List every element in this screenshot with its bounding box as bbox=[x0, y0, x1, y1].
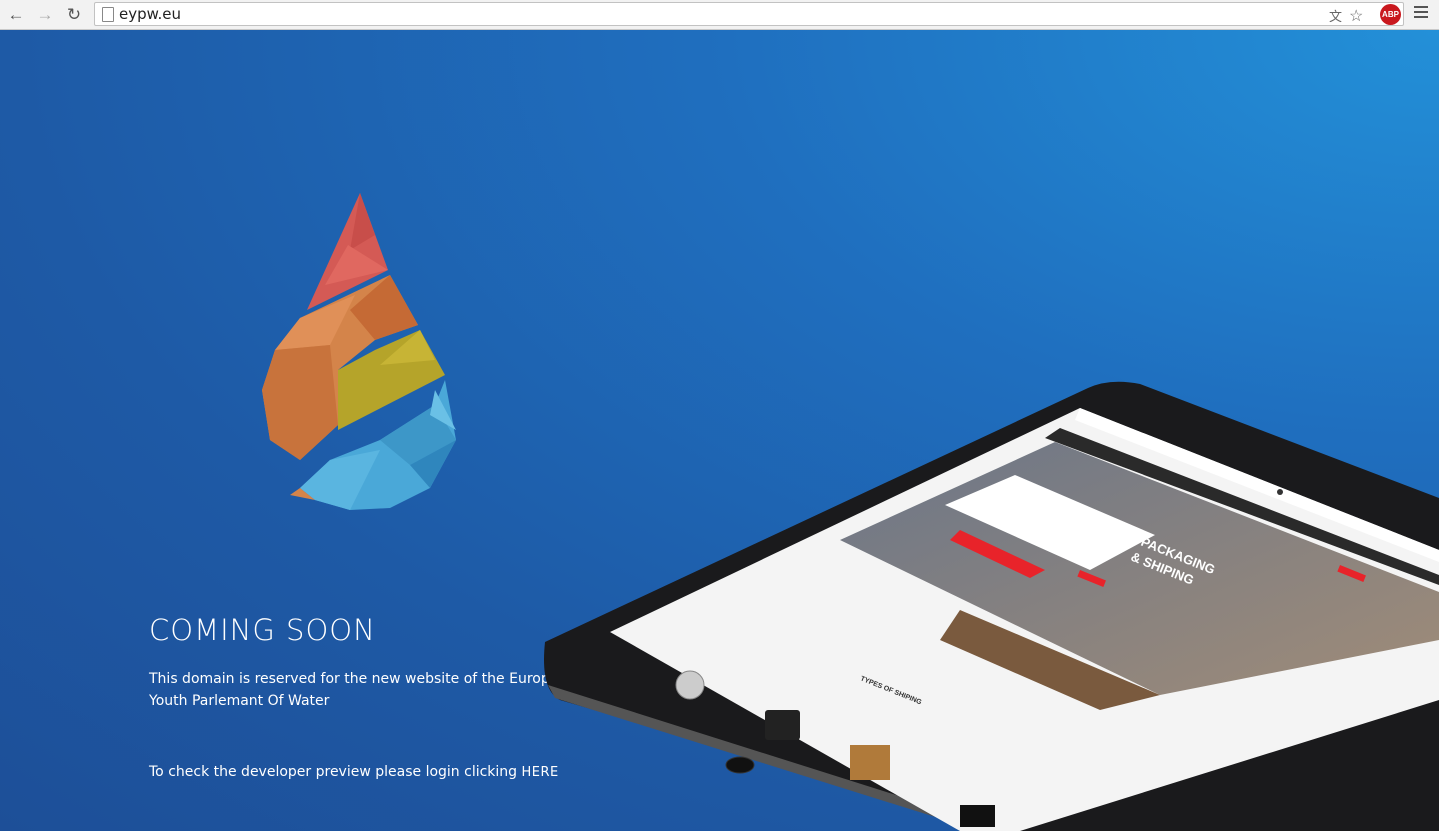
star-icon[interactable]: ☆ bbox=[1349, 6, 1363, 26]
dev-preview-label: To check the developer preview please lo… bbox=[149, 764, 522, 780]
tablet-mockup: PACKAGING & SHIPING TYPES OF SHIPING bbox=[544, 381, 1439, 831]
url-text[interactable]: eypw.eu bbox=[119, 5, 181, 23]
menu-icon[interactable] bbox=[1414, 6, 1428, 21]
page-description: This domain is reserved for the new webs… bbox=[149, 671, 576, 709]
water-drop-logo bbox=[262, 193, 456, 510]
address-bar[interactable]: eypw.eu 文 ☆ bbox=[94, 2, 1404, 26]
page-title: COMING SOON bbox=[149, 613, 376, 647]
forward-arrow-icon[interactable]: → bbox=[34, 4, 56, 26]
dev-preview-text: To check the developer preview please lo… bbox=[149, 764, 559, 780]
adblock-icon[interactable]: ABP bbox=[1380, 4, 1401, 25]
page-icon bbox=[102, 7, 114, 22]
landing-page: COMING SOON This domain is reserved for … bbox=[0, 30, 1439, 831]
browser-toolbar: ← → ↻ eypw.eu 文 ☆ ABP bbox=[0, 0, 1439, 30]
translate-icon[interactable]: 文 bbox=[1329, 6, 1342, 25]
reload-icon[interactable]: ↻ bbox=[63, 4, 85, 26]
back-arrow-icon[interactable]: ← bbox=[5, 4, 27, 26]
